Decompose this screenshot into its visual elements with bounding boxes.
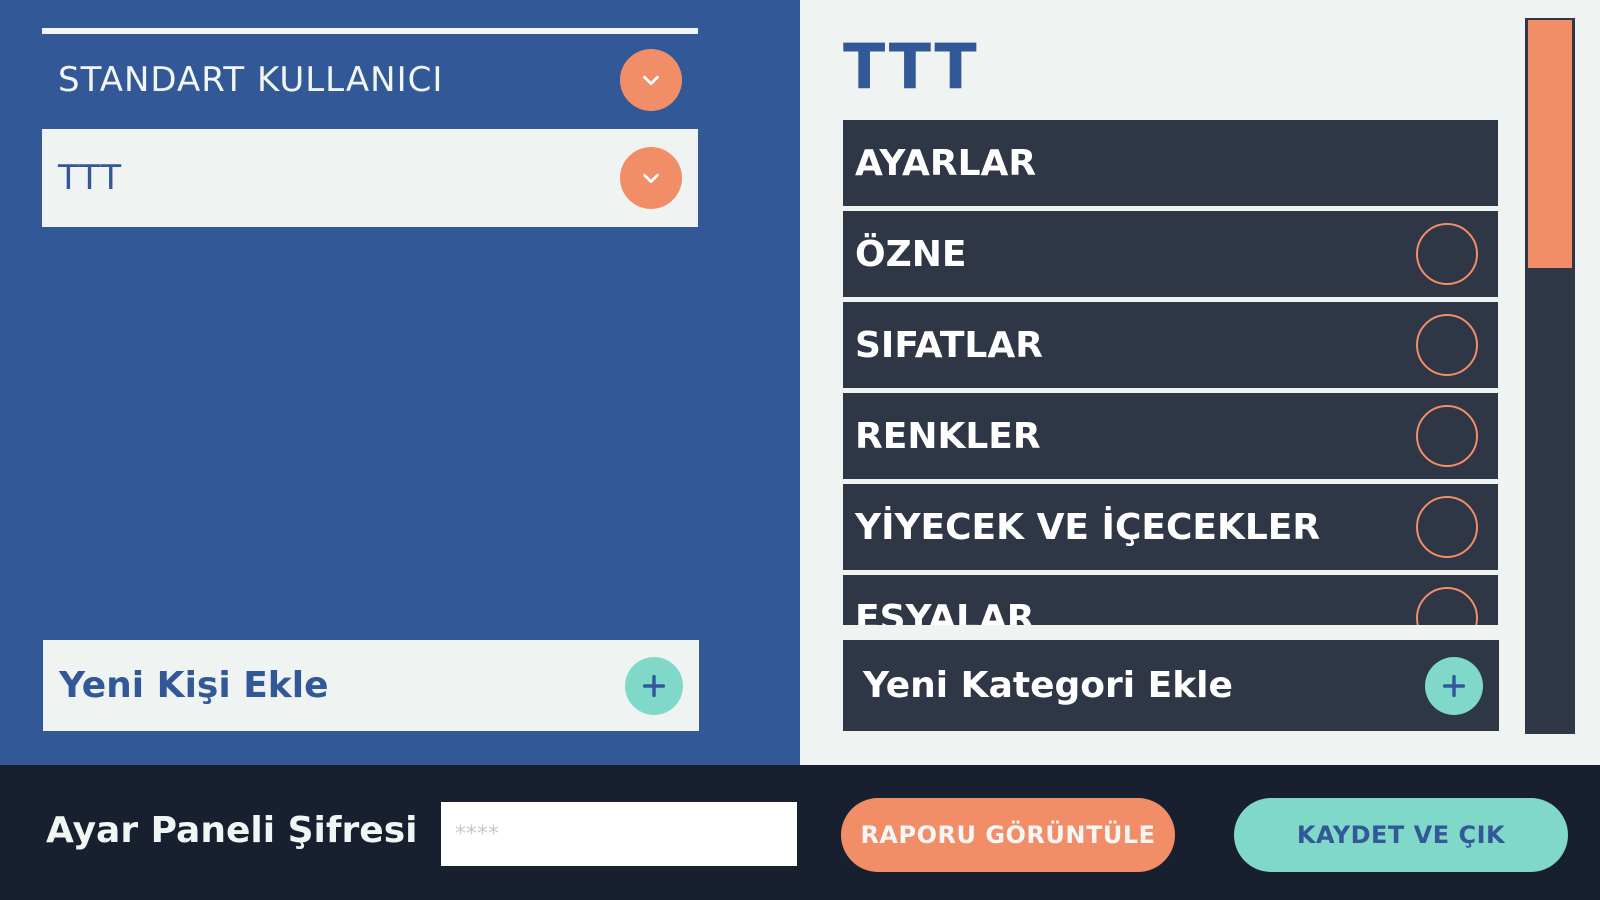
- category-item[interactable]: YİYECEK VE İÇECEKLER: [843, 484, 1498, 570]
- category-label: AYARLAR: [855, 142, 1037, 184]
- password-field[interactable]: [441, 802, 797, 866]
- radio-circle-icon[interactable]: [1416, 314, 1478, 376]
- plus-icon: [1442, 674, 1466, 697]
- category-label: RENKLER: [855, 415, 1041, 457]
- category-label: SIFATLAR: [855, 324, 1043, 366]
- radio-circle-icon[interactable]: [1416, 405, 1478, 467]
- user-row-selected[interactable]: TTT: [42, 129, 698, 227]
- save-and-exit-button[interactable]: KAYDET VE ÇIK: [1234, 798, 1568, 872]
- add-person-label: Yeni Kişi Ekle: [59, 665, 329, 706]
- user-label: STANDART KULLANICI: [58, 60, 444, 100]
- category-item[interactable]: RENKLER: [843, 393, 1498, 479]
- user-row-standard[interactable]: STANDART KULLANICI: [42, 34, 698, 126]
- category-item[interactable]: EŞYALAR: [843, 575, 1498, 625]
- add-person-plus[interactable]: [625, 656, 683, 715]
- page-title: TTT: [843, 30, 979, 103]
- add-category-button[interactable]: Yeni Kategori Ekle: [843, 640, 1499, 731]
- password-label: Ayar Paneli Şifresi: [46, 810, 418, 851]
- add-category-label: Yeni Kategori Ekle: [863, 665, 1233, 706]
- user-label: TTT: [58, 158, 123, 198]
- chevron-down-icon: [643, 173, 659, 184]
- view-report-button[interactable]: RAPORU GÖRÜNTÜLE: [841, 798, 1175, 872]
- category-item[interactable]: SIFATLAR: [843, 302, 1498, 388]
- radio-circle-icon[interactable]: [1416, 496, 1478, 558]
- category-label: ÖZNE: [855, 233, 967, 275]
- expand-button[interactable]: [620, 49, 682, 111]
- radio-circle-icon[interactable]: [1416, 223, 1478, 285]
- scrollbar-thumb[interactable]: [1528, 20, 1572, 268]
- plus-icon: [642, 674, 666, 697]
- category-label: EŞYALAR: [855, 597, 1035, 626]
- radio-circle-icon[interactable]: [1416, 587, 1478, 625]
- category-list[interactable]: AYARLAR ÖZNE SIFATLAR RENKLER YİYECEK VE…: [843, 120, 1498, 625]
- chevron-down-icon: [643, 75, 659, 86]
- expand-button[interactable]: [620, 147, 682, 209]
- category-label: YİYECEK VE İÇECEKLER: [855, 506, 1321, 548]
- add-category-plus[interactable]: [1425, 656, 1483, 715]
- category-item[interactable]: ÖZNE: [843, 211, 1498, 297]
- add-person-button[interactable]: Yeni Kişi Ekle: [43, 640, 699, 731]
- category-item[interactable]: AYARLAR: [843, 120, 1498, 206]
